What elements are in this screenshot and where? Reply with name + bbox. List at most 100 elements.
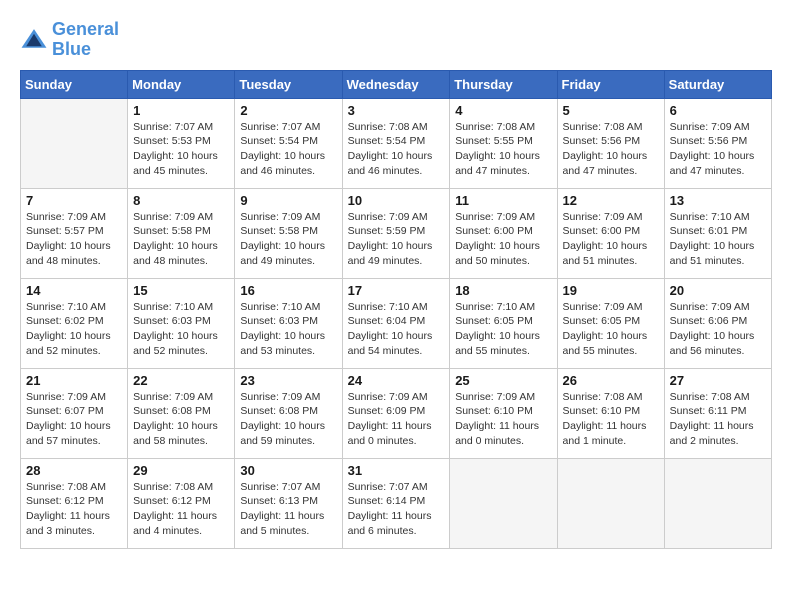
day-info: Sunrise: 7:09 AM Sunset: 5:58 PM Dayligh… [240, 210, 336, 269]
day-info: Sunrise: 7:10 AM Sunset: 6:05 PM Dayligh… [455, 300, 551, 359]
calendar-cell: 29 Sunrise: 7:08 AM Sunset: 6:12 PM Dayli… [128, 458, 235, 548]
day-info: Sunrise: 7:09 AM Sunset: 6:00 PM Dayligh… [455, 210, 551, 269]
logo-text: General Blue [52, 20, 119, 60]
day-info: Sunrise: 7:09 AM Sunset: 6:09 PM Dayligh… [348, 390, 445, 449]
calendar-cell: 11 Sunrise: 7:09 AM Sunset: 6:00 PM Dayli… [450, 188, 557, 278]
calendar-cell: 12Sunrise: 7:09 AM Sunset: 6:00 PM Dayli… [557, 188, 664, 278]
day-number: 5 [563, 103, 659, 118]
day-number: 21 [26, 373, 122, 388]
day-number: 24 [348, 373, 445, 388]
calendar-cell [21, 98, 128, 188]
day-info: Sunrise: 7:08 AM Sunset: 6:12 PM Dayligh… [26, 480, 122, 539]
day-number: 28 [26, 463, 122, 478]
calendar-cell: 9 Sunrise: 7:09 AM Sunset: 5:58 PM Daylig… [235, 188, 342, 278]
day-number: 3 [348, 103, 445, 118]
calendar-cell: 7 Sunrise: 7:09 AM Sunset: 5:57 PM Daylig… [21, 188, 128, 278]
day-info: Sunrise: 7:09 AM Sunset: 6:10 PM Dayligh… [455, 390, 551, 449]
weekday-header-friday: Friday [557, 70, 664, 98]
calendar-cell: 28 Sunrise: 7:08 AM Sunset: 6:12 PM Dayli… [21, 458, 128, 548]
day-number: 15 [133, 283, 229, 298]
calendar-cell: 25 Sunrise: 7:09 AM Sunset: 6:10 PM Dayli… [450, 368, 557, 458]
weekday-header-saturday: Saturday [664, 70, 771, 98]
day-info: Sunrise: 7:10 AM Sunset: 6:03 PM Dayligh… [133, 300, 229, 359]
day-info: Sunrise: 7:10 AM Sunset: 6:03 PM Dayligh… [240, 300, 336, 359]
week-row-5: 28 Sunrise: 7:08 AM Sunset: 6:12 PM Dayli… [21, 458, 772, 548]
day-number: 12 [563, 193, 659, 208]
page-header: General Blue [20, 20, 772, 60]
day-number: 11 [455, 193, 551, 208]
calendar-cell: 10Sunrise: 7:09 AM Sunset: 5:59 PM Dayli… [342, 188, 450, 278]
calendar-cell: 16 Sunrise: 7:10 AM Sunset: 6:03 PM Dayli… [235, 278, 342, 368]
weekday-header-sunday: Sunday [21, 70, 128, 98]
day-info: Sunrise: 7:09 AM Sunset: 6:07 PM Dayligh… [26, 390, 122, 449]
logo: General Blue [20, 20, 119, 60]
day-number: 4 [455, 103, 551, 118]
day-number: 9 [240, 193, 336, 208]
calendar-cell: 23 Sunrise: 7:09 AM Sunset: 6:08 PM Dayli… [235, 368, 342, 458]
calendar-cell: 27Sunrise: 7:08 AM Sunset: 6:11 PM Dayli… [664, 368, 771, 458]
calendar-cell: 22Sunrise: 7:09 AM Sunset: 6:08 PM Dayli… [128, 368, 235, 458]
day-number: 8 [133, 193, 229, 208]
day-number: 16 [240, 283, 336, 298]
day-number: 30 [240, 463, 336, 478]
day-info: Sunrise: 7:09 AM Sunset: 6:08 PM Dayligh… [240, 390, 336, 449]
day-info: Sunrise: 7:07 AM Sunset: 5:53 PM Dayligh… [133, 120, 229, 179]
day-number: 13 [670, 193, 766, 208]
day-info: Sunrise: 7:09 AM Sunset: 5:59 PM Dayligh… [348, 210, 445, 269]
day-number: 14 [26, 283, 122, 298]
day-number: 26 [563, 373, 659, 388]
day-info: Sunrise: 7:08 AM Sunset: 5:56 PM Dayligh… [563, 120, 659, 179]
weekday-header-thursday: Thursday [450, 70, 557, 98]
week-row-4: 21 Sunrise: 7:09 AM Sunset: 6:07 PM Dayli… [21, 368, 772, 458]
calendar-table: SundayMondayTuesdayWednesdayThursdayFrid… [20, 70, 772, 549]
day-info: Sunrise: 7:09 AM Sunset: 5:58 PM Dayligh… [133, 210, 229, 269]
calendar-cell: 13 Sunrise: 7:10 AM Sunset: 6:01 PM Dayli… [664, 188, 771, 278]
day-number: 6 [670, 103, 766, 118]
weekday-header-row: SundayMondayTuesdayWednesdayThursdayFrid… [21, 70, 772, 98]
calendar-cell: 20Sunrise: 7:09 AM Sunset: 6:06 PM Dayli… [664, 278, 771, 368]
day-number: 29 [133, 463, 229, 478]
day-info: Sunrise: 7:10 AM Sunset: 6:02 PM Dayligh… [26, 300, 122, 359]
weekday-header-tuesday: Tuesday [235, 70, 342, 98]
day-info: Sunrise: 7:09 AM Sunset: 6:05 PM Dayligh… [563, 300, 659, 359]
day-info: Sunrise: 7:08 AM Sunset: 5:55 PM Dayligh… [455, 120, 551, 179]
day-number: 1 [133, 103, 229, 118]
calendar-cell: 1 Sunrise: 7:07 AM Sunset: 5:53 PM Daylig… [128, 98, 235, 188]
calendar-cell: 14 Sunrise: 7:10 AM Sunset: 6:02 PM Dayli… [21, 278, 128, 368]
calendar-cell: 31Sunrise: 7:07 AM Sunset: 6:14 PM Dayli… [342, 458, 450, 548]
day-number: 19 [563, 283, 659, 298]
day-info: Sunrise: 7:10 AM Sunset: 6:01 PM Dayligh… [670, 210, 766, 269]
calendar-cell: 18 Sunrise: 7:10 AM Sunset: 6:05 PM Dayli… [450, 278, 557, 368]
calendar-cell: 6 Sunrise: 7:09 AM Sunset: 5:56 PM Daylig… [664, 98, 771, 188]
calendar-cell: 15 Sunrise: 7:10 AM Sunset: 6:03 PM Dayli… [128, 278, 235, 368]
logo-icon [20, 26, 48, 54]
calendar-cell: 24 Sunrise: 7:09 AM Sunset: 6:09 PM Dayli… [342, 368, 450, 458]
day-info: Sunrise: 7:09 AM Sunset: 5:57 PM Dayligh… [26, 210, 122, 269]
calendar-cell: 5 Sunrise: 7:08 AM Sunset: 5:56 PM Daylig… [557, 98, 664, 188]
day-number: 27 [670, 373, 766, 388]
day-number: 7 [26, 193, 122, 208]
day-info: Sunrise: 7:09 AM Sunset: 6:06 PM Dayligh… [670, 300, 766, 359]
calendar-cell [664, 458, 771, 548]
calendar-cell [557, 458, 664, 548]
day-info: Sunrise: 7:09 AM Sunset: 5:56 PM Dayligh… [670, 120, 766, 179]
day-number: 2 [240, 103, 336, 118]
calendar-cell: 2Sunrise: 7:07 AM Sunset: 5:54 PM Daylig… [235, 98, 342, 188]
calendar-cell: 26Sunrise: 7:08 AM Sunset: 6:10 PM Dayli… [557, 368, 664, 458]
day-info: Sunrise: 7:07 AM Sunset: 6:14 PM Dayligh… [348, 480, 445, 539]
calendar-cell: 19 Sunrise: 7:09 AM Sunset: 6:05 PM Dayli… [557, 278, 664, 368]
day-info: Sunrise: 7:08 AM Sunset: 6:12 PM Dayligh… [133, 480, 229, 539]
day-number: 23 [240, 373, 336, 388]
weekday-header-wednesday: Wednesday [342, 70, 450, 98]
calendar-cell: 17 Sunrise: 7:10 AM Sunset: 6:04 PM Dayli… [342, 278, 450, 368]
calendar-cell: 3 Sunrise: 7:08 AM Sunset: 5:54 PM Daylig… [342, 98, 450, 188]
day-info: Sunrise: 7:10 AM Sunset: 6:04 PM Dayligh… [348, 300, 445, 359]
week-row-1: 1 Sunrise: 7:07 AM Sunset: 5:53 PM Daylig… [21, 98, 772, 188]
calendar-cell: 4 Sunrise: 7:08 AM Sunset: 5:55 PM Daylig… [450, 98, 557, 188]
day-number: 17 [348, 283, 445, 298]
day-number: 25 [455, 373, 551, 388]
day-info: Sunrise: 7:07 AM Sunset: 6:13 PM Dayligh… [240, 480, 336, 539]
day-info: Sunrise: 7:08 AM Sunset: 5:54 PM Dayligh… [348, 120, 445, 179]
day-number: 18 [455, 283, 551, 298]
week-row-2: 7 Sunrise: 7:09 AM Sunset: 5:57 PM Daylig… [21, 188, 772, 278]
